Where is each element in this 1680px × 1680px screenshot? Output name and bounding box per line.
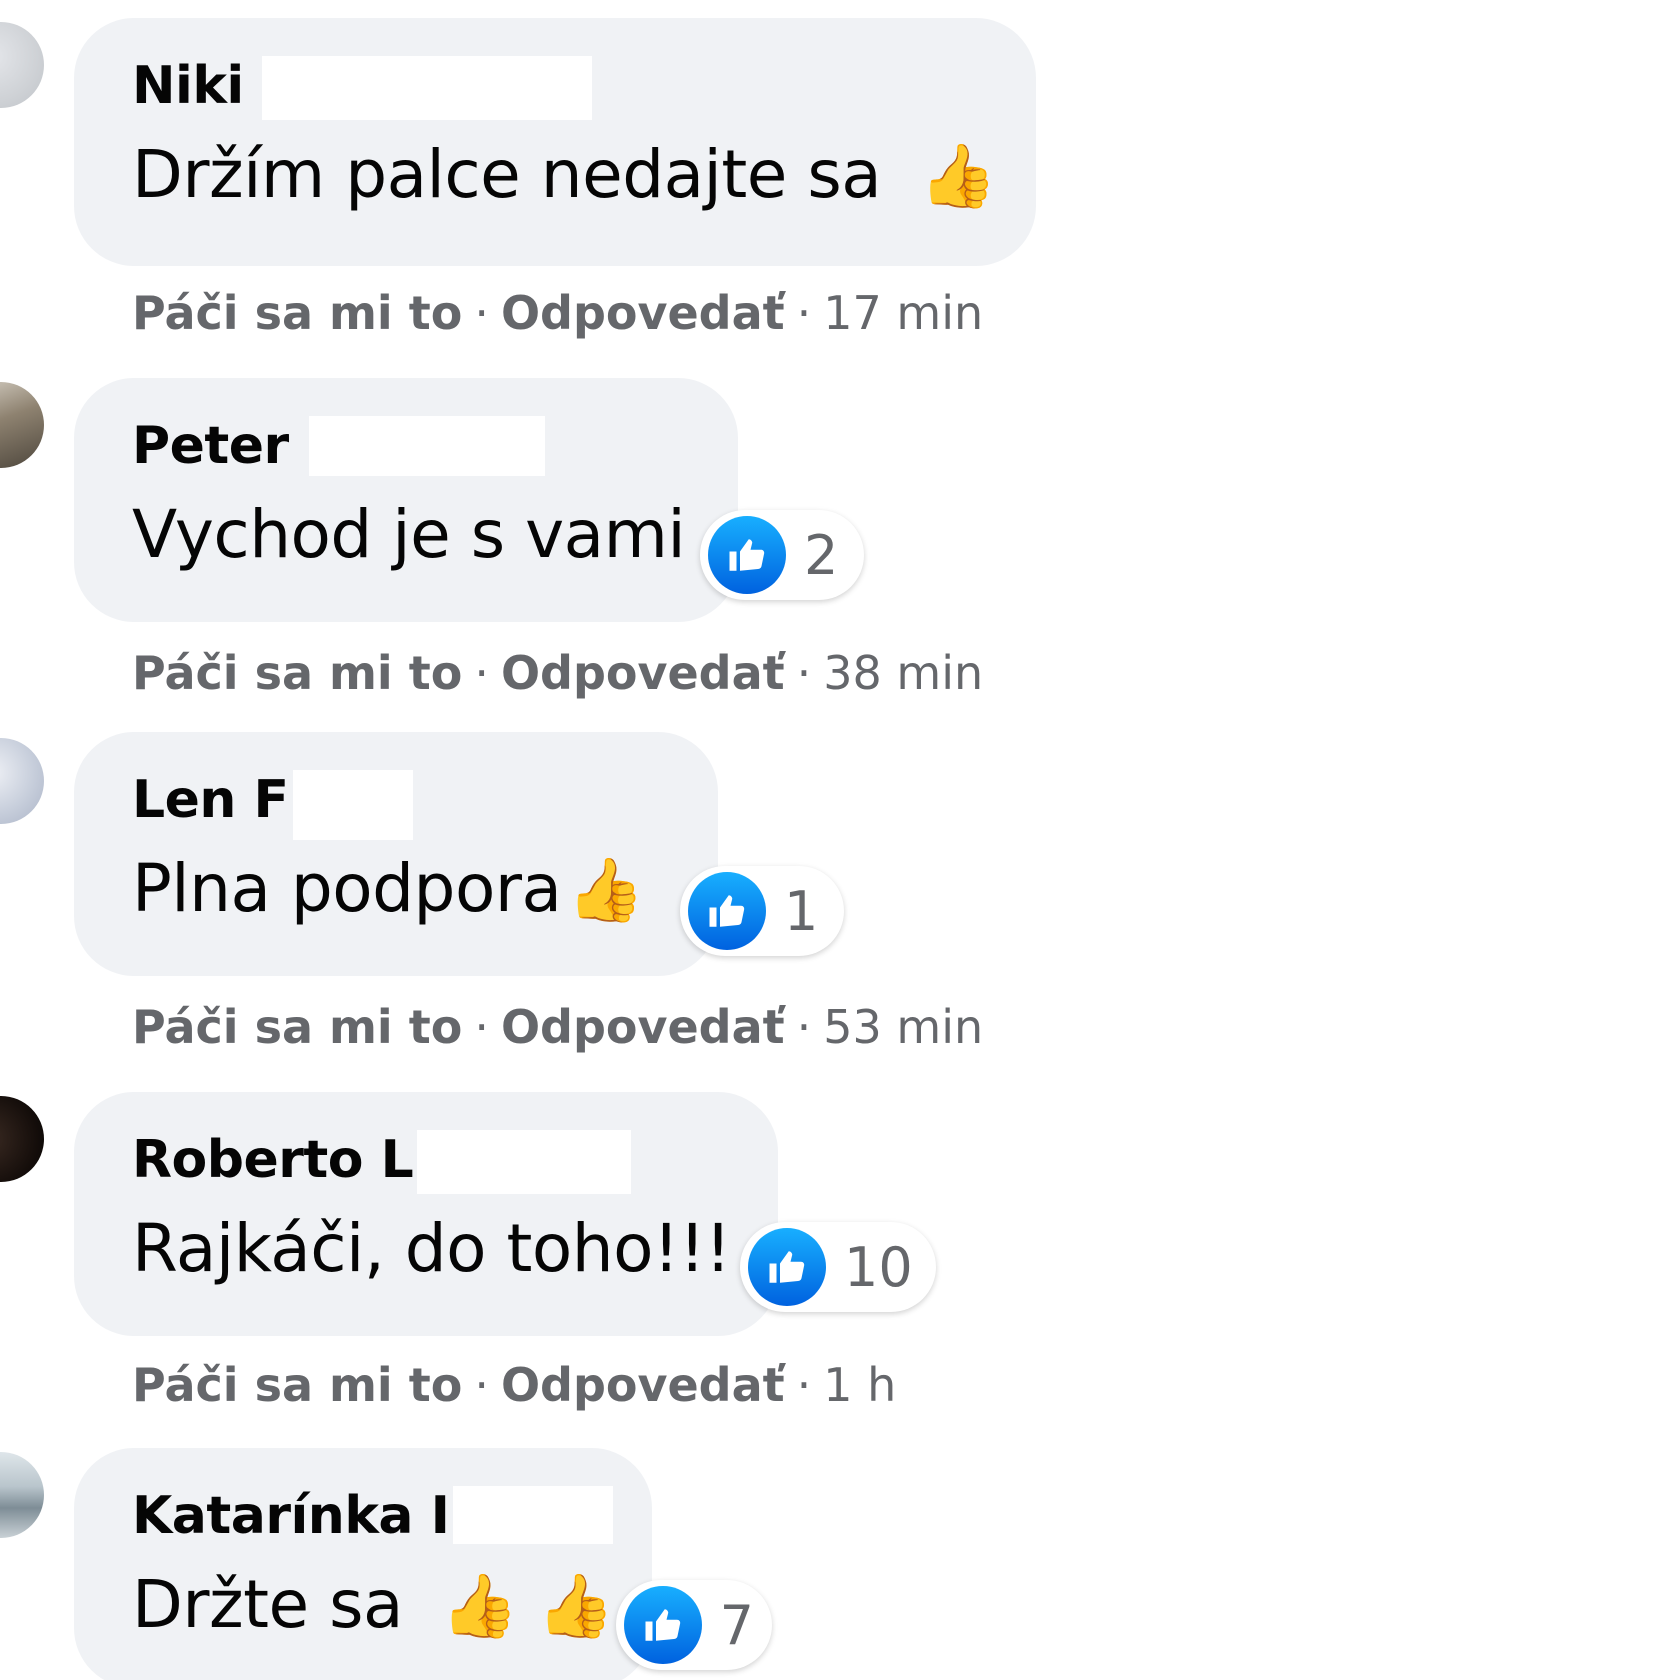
like-link[interactable]: Páči sa mi to — [132, 286, 462, 340]
thumbs-up-emoji-icon: 👍 👍 — [441, 1569, 614, 1642]
comment-author[interactable]: Peter — [132, 416, 545, 476]
author-name[interactable]: Peter — [132, 416, 289, 476]
redacted-surname — [453, 1486, 614, 1544]
author-name[interactable]: Katarínka I — [132, 1486, 450, 1546]
author-name[interactable]: Roberto L — [132, 1130, 414, 1190]
reaction-count: 1 — [784, 879, 819, 943]
separator: · — [474, 1358, 489, 1412]
reaction-summary[interactable]: 10 — [740, 1222, 936, 1312]
thumbs-up-emoji-icon: 👍 — [567, 853, 645, 926]
timestamp[interactable]: 17 min — [823, 286, 983, 340]
reply-link[interactable]: Odpovedať — [501, 1358, 785, 1412]
comment-list: Niki Držím palce nedajte sa 👍 Páči sa mi… — [0, 0, 1680, 1680]
reaction-count: 7 — [719, 1593, 754, 1657]
reply-link[interactable]: Odpovedať — [501, 646, 785, 700]
author-name[interactable]: Len F — [132, 770, 289, 830]
avatar[interactable] — [0, 382, 44, 468]
reply-link[interactable]: Odpovedať — [501, 286, 785, 340]
reaction-count: 2 — [804, 523, 839, 587]
comment-bubble: Len F Plna podpora👍 — [74, 732, 718, 976]
avatar[interactable] — [0, 738, 44, 824]
comment-body: Držte sa — [132, 1566, 403, 1643]
reply-link[interactable]: Odpovedať — [501, 1000, 785, 1054]
comment-bubble: Roberto L Rajkáči, do toho!!! — [74, 1092, 778, 1336]
separator: · — [796, 286, 812, 340]
thumbs-up-emoji-icon: 👍 — [919, 139, 997, 212]
comment-text: Rajkáči, do toho!!! — [132, 1210, 731, 1287]
redacted-surname — [417, 1130, 632, 1194]
comment-author[interactable]: Len F — [132, 770, 413, 840]
thumbs-up-icon — [688, 872, 766, 950]
avatar[interactable] — [0, 1096, 44, 1182]
comment-text: Vychod je s vami — [132, 496, 686, 573]
avatar[interactable] — [0, 1452, 44, 1538]
comment-actions: Páči sa mi to · Odpovedať · 17 min — [132, 286, 983, 340]
comment-author[interactable]: Katarínka I — [132, 1486, 614, 1546]
comment-bubble: Katarínka I Držte sa 👍 👍 — [74, 1448, 652, 1680]
like-link[interactable]: Páči sa mi to — [132, 1000, 462, 1054]
timestamp[interactable]: 1 h — [823, 1358, 896, 1412]
comment-actions: Páči sa mi to · Odpovedať · 38 min — [132, 646, 983, 700]
redacted-surname — [261, 56, 592, 120]
timestamp[interactable]: 38 min — [823, 646, 983, 700]
comment-text: Držím palce nedajte sa 👍 — [132, 136, 997, 213]
thumbs-up-icon — [708, 516, 786, 594]
separator: · — [796, 1358, 812, 1412]
comment-bubble: Peter Vychod je s vami — [74, 378, 738, 622]
separator: · — [474, 286, 489, 340]
timestamp[interactable]: 53 min — [823, 1000, 983, 1054]
redacted-surname — [292, 770, 413, 840]
comment-author[interactable]: Niki — [132, 56, 592, 120]
comment-body: Držím palce nedajte sa — [132, 136, 882, 213]
reaction-count: 10 — [844, 1235, 913, 1299]
comment-text: Plna podpora👍 — [132, 850, 645, 927]
separator: · — [796, 1000, 812, 1054]
comment-text: Držte sa 👍 👍 — [132, 1566, 614, 1643]
comment-actions: Páči sa mi to · Odpovedať · 1 h — [132, 1358, 896, 1412]
reaction-summary[interactable]: 7 — [616, 1580, 772, 1670]
avatar[interactable] — [0, 22, 44, 108]
like-link[interactable]: Páči sa mi to — [132, 646, 462, 700]
reaction-summary[interactable]: 2 — [700, 510, 864, 600]
comment-author[interactable]: Roberto L — [132, 1130, 632, 1194]
thumbs-up-icon — [624, 1586, 702, 1664]
separator: · — [796, 646, 812, 700]
comment-bubble: Niki Držím palce nedajte sa 👍 — [74, 18, 1036, 266]
thumbs-up-icon — [748, 1228, 826, 1306]
comment-body: Plna podpora — [132, 850, 562, 927]
author-name[interactable]: Niki — [132, 56, 244, 116]
like-link[interactable]: Páči sa mi to — [132, 1358, 462, 1412]
separator: · — [474, 646, 489, 700]
comment-actions: Páči sa mi to · Odpovedať · 53 min — [132, 1000, 983, 1054]
comment-body: Rajkáči, do toho!!! — [132, 1210, 731, 1287]
redacted-surname — [308, 416, 545, 476]
comment-body: Vychod je s vami — [132, 496, 686, 573]
separator: · — [474, 1000, 489, 1054]
reaction-summary[interactable]: 1 — [680, 866, 844, 956]
